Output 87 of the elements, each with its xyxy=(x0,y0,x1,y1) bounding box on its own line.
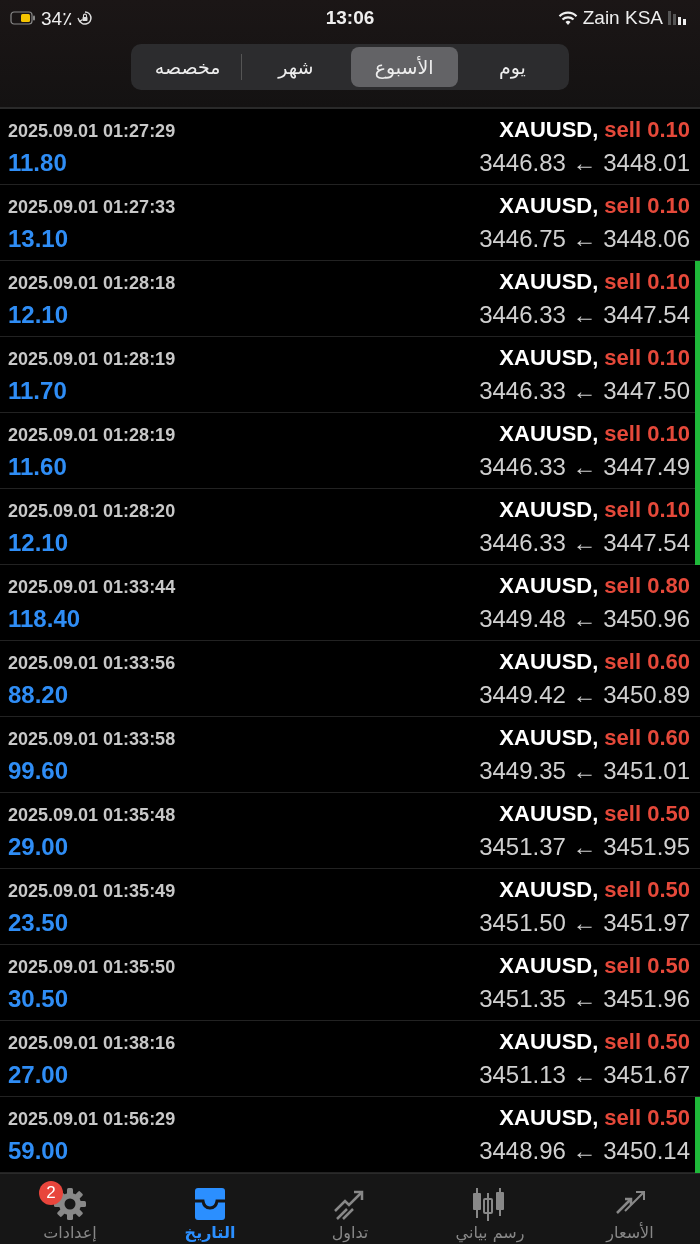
tab-bar-item[interactable]: رسم بياني xyxy=(420,1174,560,1244)
period-tab[interactable]: شهر xyxy=(242,47,350,87)
battery-percentage: 34٪ xyxy=(41,6,73,30)
trade-side: sell 0.50 xyxy=(604,1104,690,1131)
price-range: 3451.37 ← 3451.95 xyxy=(479,832,690,861)
profit-value: 30.50 xyxy=(8,984,69,1013)
trade-side: sell 0.60 xyxy=(604,724,690,751)
price-range: 3451.13 ← 3451.67 xyxy=(479,1060,690,1089)
trade-side: sell 0.50 xyxy=(604,800,690,827)
wifi-icon xyxy=(557,10,578,26)
price-range: 3449.35 ← 3451.01 xyxy=(479,756,690,785)
tab-bar-item[interactable]: الأسعار xyxy=(560,1174,700,1244)
trade-side: sell 0.80 xyxy=(604,572,690,599)
profit-value: 99.60 xyxy=(8,756,69,785)
profit-value: 13.10 xyxy=(8,224,69,253)
trade-side: sell 0.10 xyxy=(604,192,690,219)
symbol-label: XAUUSD, xyxy=(499,800,599,827)
period-tab[interactable]: الأسبوع xyxy=(350,47,458,87)
price-range: 3449.48 ← 3450.96 xyxy=(479,604,690,633)
deal-time: 2025.09.01 01:28:19 xyxy=(8,424,176,446)
candlestick-icon xyxy=(473,1187,507,1221)
trade-side: sell 0.10 xyxy=(604,344,690,371)
symbol-label: XAUUSD, xyxy=(499,192,599,219)
deal-time: 2025.09.01 01:28:19 xyxy=(8,348,176,370)
price-range: 3446.33 ← 3447.54 xyxy=(479,528,690,557)
trade-side: sell 0.10 xyxy=(604,496,690,523)
deal-time: 2025.09.01 01:56:29 xyxy=(8,1108,176,1130)
symbol-label: XAUUSD, xyxy=(499,116,599,143)
deal-time: 2025.09.01 01:33:44 xyxy=(8,576,176,598)
price-range: 3451.50 ← 3451.97 xyxy=(479,908,690,937)
deal-time: 2025.09.01 01:27:29 xyxy=(8,120,176,142)
price-range: 3449.42 ← 3450.89 xyxy=(479,680,690,709)
symbol-label: XAUUSD, xyxy=(499,572,599,599)
deal-time: 2025.09.01 01:28:18 xyxy=(8,272,176,294)
trade-side: sell 0.60 xyxy=(604,648,690,675)
period-tab[interactable]: مخصصه xyxy=(134,47,242,87)
trade-side: sell 0.50 xyxy=(604,952,690,979)
deal-time: 2025.09.01 01:35:48 xyxy=(8,804,176,826)
deal-time: 2025.09.01 01:38:16 xyxy=(8,1032,176,1054)
profit-value: 11.80 xyxy=(8,148,67,177)
profit-value: 11.70 xyxy=(8,376,67,405)
deal-time: 2025.09.01 01:35:49 xyxy=(8,880,176,902)
trade-side: sell 0.10 xyxy=(604,420,690,447)
clock-time: 13:06 xyxy=(325,7,375,29)
rotation-lock-icon xyxy=(77,10,94,26)
profit-value: 118.40 xyxy=(8,604,81,633)
symbol-label: XAUUSD, xyxy=(499,724,599,751)
symbol-label: XAUUSD, xyxy=(499,952,599,979)
profit-value: 88.20 xyxy=(8,680,69,709)
price-range: 3446.33 ← 3447.54 xyxy=(479,300,690,329)
price-range: 3446.83 ← 3448.01 xyxy=(479,148,690,177)
trade-side: sell 0.10 xyxy=(604,268,690,295)
symbol-label: XAUUSD, xyxy=(499,496,599,523)
deal-time: 2025.09.01 01:28:20 xyxy=(8,500,176,522)
tab-bar-item[interactable]: التاريخ xyxy=(140,1174,280,1244)
price-range: 3451.35 ← 3451.96 xyxy=(479,984,690,1013)
symbol-label: XAUUSD, xyxy=(499,1028,599,1055)
symbol-label: XAUUSD, xyxy=(499,420,599,447)
deal-time: 2025.09.01 01:33:56 xyxy=(8,652,176,674)
symbol-label: XAUUSD, xyxy=(499,344,599,371)
battery-icon xyxy=(10,11,36,25)
trade-side: sell 0.50 xyxy=(604,876,690,903)
deal-time: 2025.09.01 01:35:50 xyxy=(8,956,176,978)
deal-time: 2025.09.01 01:33:58 xyxy=(8,728,176,750)
profit-value: 59.00 xyxy=(8,1136,69,1165)
deal-time: 2025.09.01 01:27:33 xyxy=(8,196,176,218)
profit-value: 12.10 xyxy=(8,300,69,329)
trade-side: sell 0.50 xyxy=(604,1028,690,1055)
price-range: 3446.33 ← 3447.50 xyxy=(479,376,690,405)
tab-bar-item[interactable]: تداول xyxy=(280,1174,420,1244)
price-range: 3446.33 ← 3447.49 xyxy=(479,452,690,481)
price-range: 3448.96 ← 3450.14 xyxy=(479,1136,690,1165)
profit-value: 29.00 xyxy=(8,832,69,861)
profit-value: 27.00 xyxy=(8,1060,69,1089)
profit-value: 23.50 xyxy=(8,908,69,937)
symbol-label: XAUUSD, xyxy=(499,648,599,675)
symbol-label: XAUUSD, xyxy=(499,268,599,295)
trade-side: sell 0.10 xyxy=(604,116,690,143)
symbol-label: XAUUSD, xyxy=(499,1104,599,1131)
carrier-name: Zain KSA xyxy=(582,7,663,29)
symbol-label: XAUUSD, xyxy=(499,876,599,903)
profit-value: 12.10 xyxy=(8,528,69,557)
inbox-icon xyxy=(193,1187,227,1221)
profit-value: 11.60 xyxy=(8,452,67,481)
price-range: 3446.75 ← 3448.06 xyxy=(479,224,690,253)
notification-badge: 2 xyxy=(39,1181,63,1205)
period-tab[interactable]: يوم xyxy=(458,47,566,87)
